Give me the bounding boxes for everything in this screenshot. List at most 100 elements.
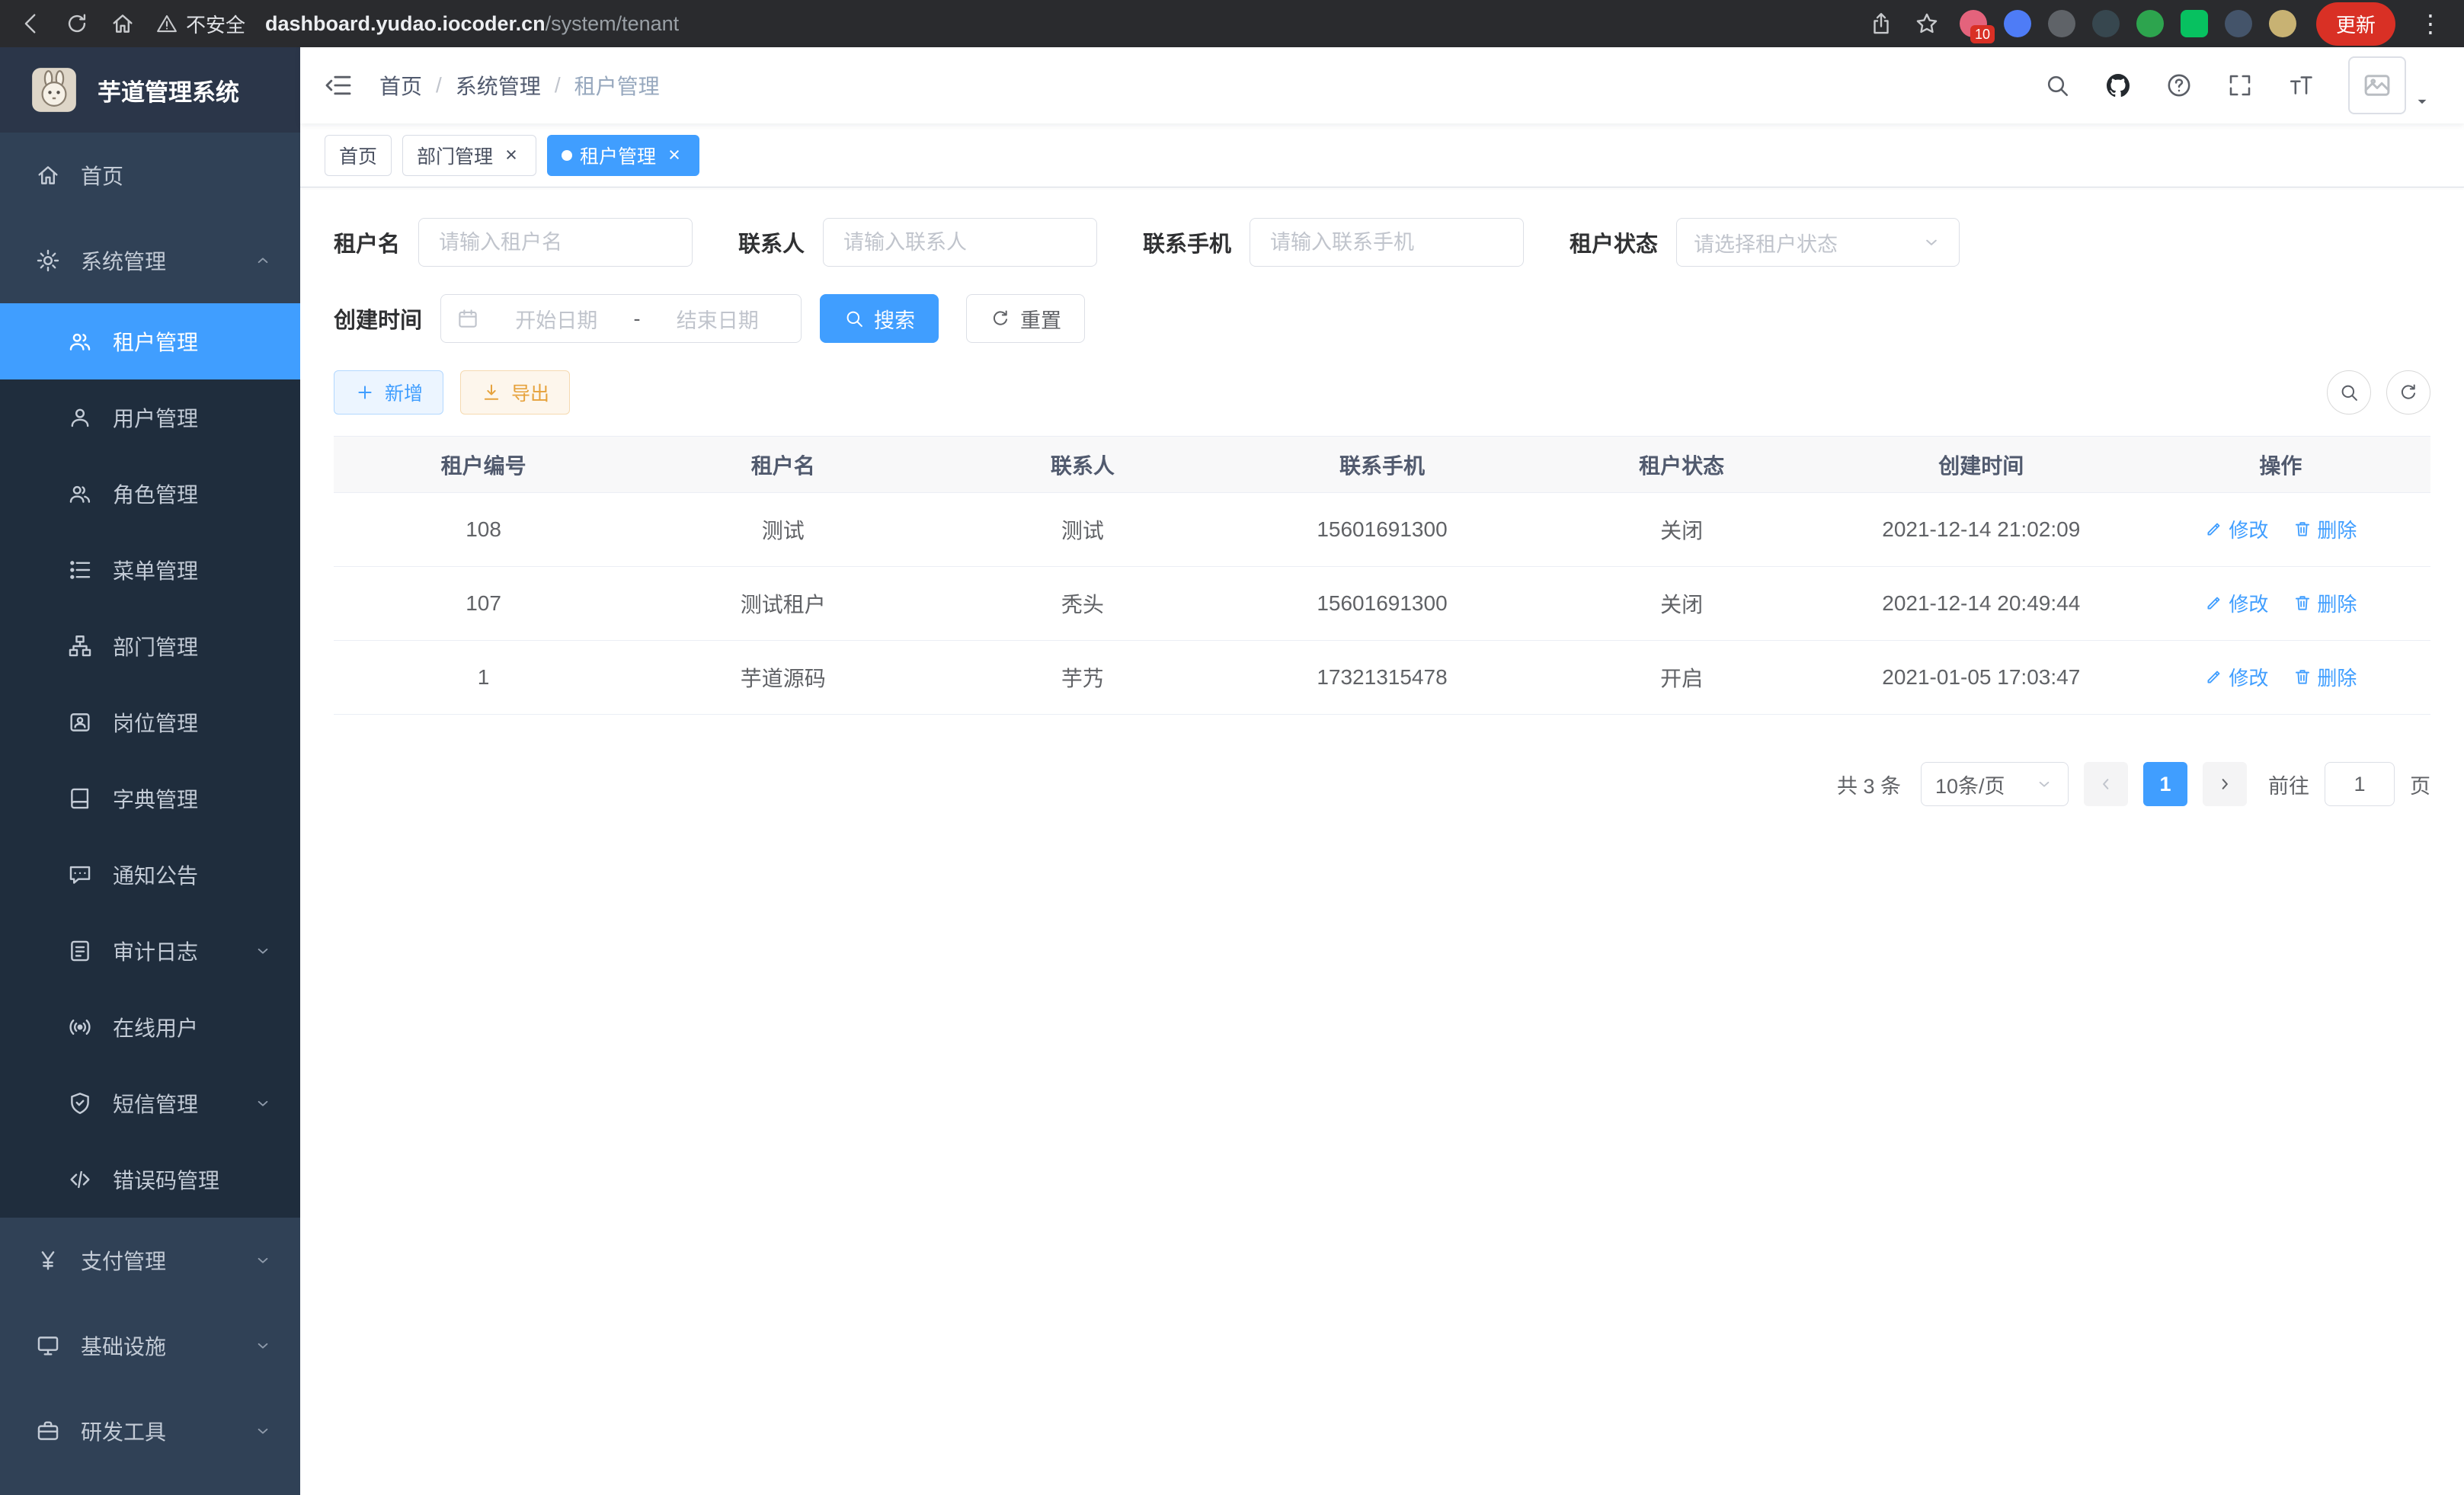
extension-icon[interactable]	[2092, 10, 2120, 37]
code-icon	[67, 1167, 93, 1192]
share-icon[interactable]	[1868, 11, 1894, 37]
bookmark-star-icon[interactable]	[1914, 11, 1940, 37]
search-icon	[2338, 382, 2360, 403]
sidebar-item-label: 基础设施	[81, 1330, 166, 1361]
url-host: dashboard.yudao.iocoder.cn	[265, 12, 546, 35]
tag-home[interactable]: 首页	[325, 135, 392, 176]
refresh-table-button[interactable]	[2386, 370, 2430, 415]
filter-row-2: 创建时间 开始日期 - 结束日期 搜索 重置	[334, 294, 2430, 343]
extension-icon[interactable]	[2181, 10, 2208, 37]
page-size-select[interactable]: 10条/页	[1921, 762, 2069, 806]
goto-page-input[interactable]	[2325, 762, 2395, 806]
sidebar-item-dept[interactable]: 部门管理	[0, 608, 300, 684]
sidebar-item-label: 短信管理	[113, 1088, 198, 1119]
gear-icon	[35, 248, 61, 274]
next-page-button[interactable]	[2203, 762, 2247, 806]
sidebar-item-infra[interactable]: 基础设施	[0, 1303, 300, 1388]
security-indicator[interactable]: 不安全	[155, 10, 245, 38]
table-header-row: 租户编号租户名联系人联系手机租户状态创建时间操作	[334, 437, 2430, 493]
sidebar-item-label: 岗位管理	[113, 707, 198, 738]
phone-input[interactable]	[1250, 218, 1524, 267]
sidebar-item-system[interactable]: 系统管理	[0, 218, 300, 303]
sidebar: 芋道管理系统 首页系统管理租户管理用户管理角色管理菜单管理部门管理岗位管理字典管…	[0, 47, 300, 1495]
tenant-name-input[interactable]	[418, 218, 693, 267]
sidebar-item-tenant[interactable]: 租户管理	[0, 303, 300, 379]
online-icon	[67, 1014, 93, 1040]
sidebar-item-pay[interactable]: 支付管理	[0, 1218, 300, 1303]
close-icon[interactable]: ×	[664, 145, 685, 166]
toggle-search-button[interactable]	[2327, 370, 2371, 415]
breadcrumb-item[interactable]: 首页	[379, 70, 422, 101]
tag-tenant[interactable]: 租户管理×	[547, 135, 699, 176]
search-button[interactable]: 搜索	[820, 294, 939, 343]
navbar-actions	[2043, 56, 2432, 114]
sidebar-item-audit-log[interactable]: 审计日志	[0, 913, 300, 989]
trash-icon	[2293, 519, 2312, 539]
table-row: 1芋道源码芋艿17321315478开启2021-01-05 17:03:47修…	[334, 641, 2430, 715]
browser-toolbar: 不安全 dashboard.yudao.iocoder.cn/system/te…	[0, 0, 2464, 47]
sidebar-item-post[interactable]: 岗位管理	[0, 684, 300, 760]
close-icon[interactable]: ×	[501, 145, 522, 166]
user-menu[interactable]	[2348, 56, 2432, 114]
hamburger-icon[interactable]	[323, 70, 354, 101]
trash-icon	[2293, 667, 2312, 687]
browser-menu-icon[interactable]: ⋮	[2415, 9, 2446, 38]
extension-icon[interactable]	[2136, 10, 2164, 37]
browser-home-icon[interactable]	[110, 11, 136, 37]
sidebar-item-home[interactable]: 首页	[0, 133, 300, 218]
delete-link[interactable]: 删除	[2293, 663, 2357, 691]
delete-label: 删除	[2317, 515, 2357, 543]
sidebar-item-dev-tool[interactable]: 研发工具	[0, 1388, 300, 1474]
sidebar-item-dict[interactable]: 字典管理	[0, 760, 300, 837]
table-row: 107测试租户秃头15601691300关闭2021-12-14 20:49:4…	[334, 567, 2430, 641]
app-logo[interactable]: 芋道管理系统	[0, 47, 300, 133]
status-select[interactable]: 请选择租户状态	[1676, 218, 1960, 267]
avatar	[2348, 56, 2406, 114]
refresh-icon	[2398, 382, 2419, 403]
sidebar-item-user[interactable]: 用户管理	[0, 379, 300, 456]
edit-link[interactable]: 修改	[2204, 663, 2268, 691]
header-search-icon[interactable]	[2043, 72, 2071, 99]
sidebar-item-error-code[interactable]: 错误码管理	[0, 1141, 300, 1218]
edit-link[interactable]: 修改	[2204, 515, 2268, 543]
delete-link[interactable]: 删除	[2293, 515, 2357, 543]
update-button[interactable]: 更新	[2316, 2, 2395, 46]
sidebar-item-role[interactable]: 角色管理	[0, 456, 300, 532]
extension-icon[interactable]	[2225, 10, 2252, 37]
extension-icon[interactable]	[2048, 10, 2075, 37]
reload-icon[interactable]	[64, 11, 90, 37]
extension-icon[interactable]	[2269, 10, 2296, 37]
help-icon[interactable]	[2165, 72, 2193, 99]
extension-icon[interactable]	[2004, 10, 2031, 37]
table-header: 创建时间	[1832, 437, 2131, 493]
table-cell: 2021-01-05 17:03:47	[1832, 641, 2131, 715]
contact-input[interactable]	[823, 218, 1097, 267]
reset-button[interactable]: 重置	[966, 294, 1085, 343]
sidebar-item-online-user[interactable]: 在线用户	[0, 989, 300, 1065]
status-select-placeholder: 请选择租户状态	[1694, 228, 1838, 258]
prev-page-button[interactable]	[2084, 762, 2128, 806]
page-1-button[interactable]: 1	[2143, 762, 2187, 806]
export-button[interactable]: 导出	[460, 370, 570, 415]
extension-icon[interactable]: 10	[1960, 10, 1987, 37]
add-button[interactable]: 新增	[334, 370, 443, 415]
address-bar[interactable]: dashboard.yudao.iocoder.cn/system/tenant	[265, 12, 1848, 36]
extension-badge: 10	[1970, 25, 1995, 43]
sidebar-item-menu[interactable]: 菜单管理	[0, 532, 300, 608]
sidebar-item-notice[interactable]: 通知公告	[0, 837, 300, 913]
font-size-icon[interactable]	[2287, 72, 2315, 99]
table-cell: 关闭	[1532, 493, 1832, 567]
tag-dept[interactable]: 部门管理×	[402, 135, 536, 176]
date-range-picker[interactable]: 开始日期 - 结束日期	[440, 294, 802, 343]
edit-link[interactable]: 修改	[2204, 589, 2268, 617]
delete-link[interactable]: 删除	[2293, 589, 2357, 617]
back-icon[interactable]	[18, 11, 44, 37]
breadcrumb: 首页/系统管理/租户管理	[379, 70, 660, 101]
chevron-left-icon	[2095, 773, 2117, 795]
fullscreen-icon[interactable]	[2226, 72, 2254, 99]
breadcrumb-item[interactable]: 系统管理	[456, 70, 541, 101]
github-icon[interactable]	[2104, 72, 2132, 99]
breadcrumb-separator: /	[436, 73, 442, 98]
sidebar-item-label: 菜单管理	[113, 555, 198, 585]
sidebar-item-sms[interactable]: 短信管理	[0, 1065, 300, 1141]
